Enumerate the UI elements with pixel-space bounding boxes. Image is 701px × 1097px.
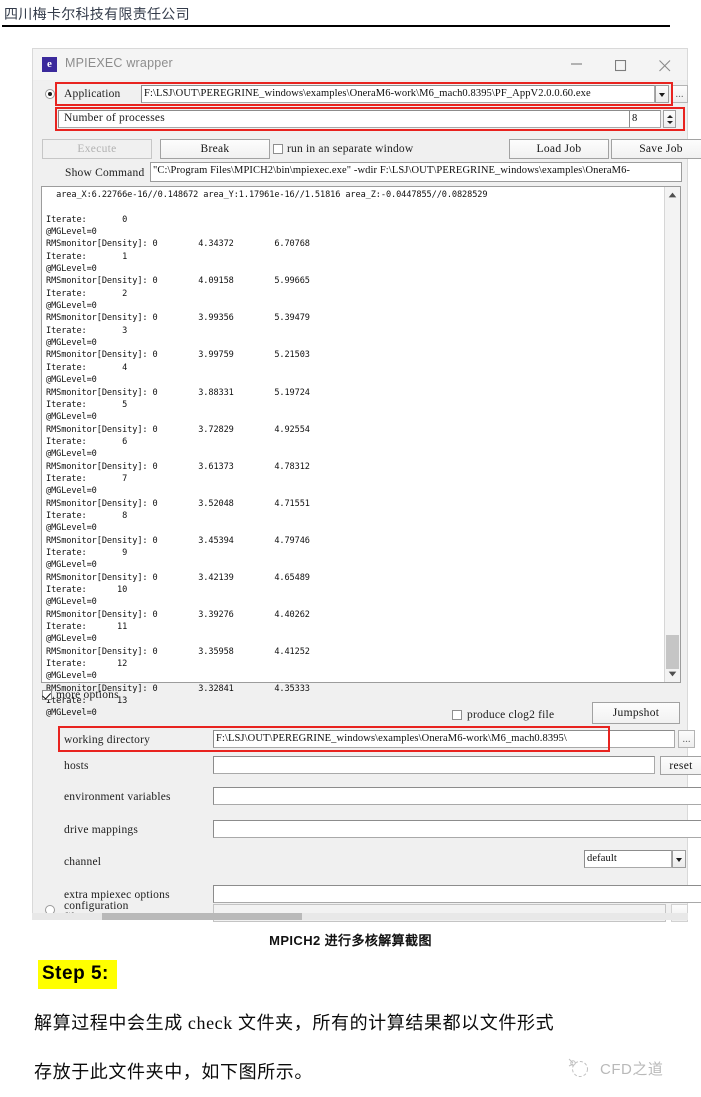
application-mode-radio[interactable] bbox=[45, 89, 55, 99]
watermark: CFD之道 bbox=[564, 1052, 694, 1086]
hosts-reset-button[interactable]: reset bbox=[660, 756, 701, 775]
console-output-text: area_X:6.22766e-16//0.148672 area_Y:1.17… bbox=[46, 190, 488, 719]
company-name: 四川梅卡尔科技有限责任公司 bbox=[4, 8, 190, 23]
close-icon[interactable] bbox=[643, 49, 687, 79]
watermark-text: CFD之道 bbox=[600, 1061, 664, 1078]
jumpshot-button[interactable]: Jumpshot bbox=[592, 702, 680, 724]
minimize-icon[interactable] bbox=[555, 49, 599, 79]
channel-select[interactable]: default bbox=[584, 850, 672, 868]
scroll-up-icon[interactable] bbox=[665, 187, 680, 203]
hosts-input[interactable] bbox=[213, 756, 655, 774]
application-label: Application bbox=[64, 88, 121, 100]
window-titlebar: e MPIEXEC wrapper bbox=[33, 49, 687, 81]
console-scrollbar[interactable] bbox=[664, 187, 680, 682]
working-directory-browse-button[interactable]: ... bbox=[678, 730, 695, 748]
working-directory-label: working directory bbox=[64, 734, 151, 746]
mpiexec-wrapper-window: e MPIEXEC wrapper Application F:\LSJ\OUT… bbox=[32, 48, 701, 923]
document-header: 四川梅卡尔科技有限责任公司 bbox=[0, 0, 701, 30]
execute-button[interactable]: Execute bbox=[42, 139, 152, 159]
produce-clog2-checkbox[interactable] bbox=[452, 710, 462, 720]
application-dropdown-arrow[interactable] bbox=[655, 85, 669, 103]
document-paragraph-line-1: 解算过程中会生成 check 文件夹，所有的计算结果都以文件形式 bbox=[34, 1013, 555, 1033]
break-button[interactable]: Break bbox=[160, 139, 270, 159]
drive-mappings-input[interactable] bbox=[213, 820, 701, 838]
hosts-label: hosts bbox=[64, 760, 89, 772]
maximize-icon[interactable] bbox=[599, 49, 643, 79]
processes-label: Number of processes bbox=[64, 112, 165, 124]
window-horizontal-scrollbar[interactable] bbox=[32, 913, 688, 920]
header-divider bbox=[2, 25, 670, 27]
drive-mappings-label: drive mappings bbox=[64, 824, 139, 836]
scroll-down-icon[interactable] bbox=[665, 666, 680, 682]
load-job-button[interactable]: Load Job bbox=[509, 139, 609, 159]
watermark-logo-icon bbox=[568, 1058, 588, 1077]
show-command-label: Show Command bbox=[65, 167, 145, 179]
show-command-input[interactable]: "C:\Program Files\MPICH2\bin\mpiexec.exe… bbox=[150, 162, 682, 182]
application-browse-button[interactable]: ... bbox=[671, 85, 688, 103]
app-icon: e bbox=[42, 57, 57, 72]
window-horizontal-scrollbar-thumb[interactable] bbox=[102, 913, 302, 920]
more-options-checkbox[interactable] bbox=[42, 690, 52, 700]
more-options-label: more options bbox=[56, 689, 119, 701]
step-heading: Step 5: bbox=[38, 960, 117, 989]
channel-label: channel bbox=[64, 856, 102, 868]
extra-mpiexec-options-input[interactable] bbox=[213, 885, 701, 903]
environment-variables-input[interactable] bbox=[213, 787, 701, 805]
console-output-area[interactable]: area_X:6.22766e-16//0.148672 area_Y:1.17… bbox=[41, 186, 681, 718]
save-job-button[interactable]: Save Job bbox=[611, 139, 701, 159]
produce-clog2-label: produce clog2 file bbox=[467, 709, 555, 721]
run-separate-window-checkbox[interactable] bbox=[273, 144, 283, 154]
run-separate-window-label: run in an separate window bbox=[287, 143, 414, 155]
document-paragraph-line-2: 存放于此文件夹中，如下图所示。 bbox=[34, 1062, 313, 1082]
channel-dropdown-arrow[interactable] bbox=[672, 850, 686, 868]
application-path-input[interactable]: F:\LSJ\OUT\PEREGRINE_windows\examples\On… bbox=[141, 85, 655, 103]
working-directory-input[interactable]: F:\LSJ\OUT\PEREGRINE_windows\examples\On… bbox=[213, 730, 675, 748]
window-title: MPIEXEC wrapper bbox=[65, 56, 173, 70]
figure-caption: MPICH2 进行多核解算截图 bbox=[269, 933, 432, 948]
environment-variables-label: environment variables bbox=[64, 791, 171, 803]
processes-input[interactable]: 8 bbox=[629, 110, 661, 128]
processes-spinner[interactable] bbox=[663, 110, 676, 128]
scrollbar-thumb[interactable] bbox=[666, 635, 679, 669]
